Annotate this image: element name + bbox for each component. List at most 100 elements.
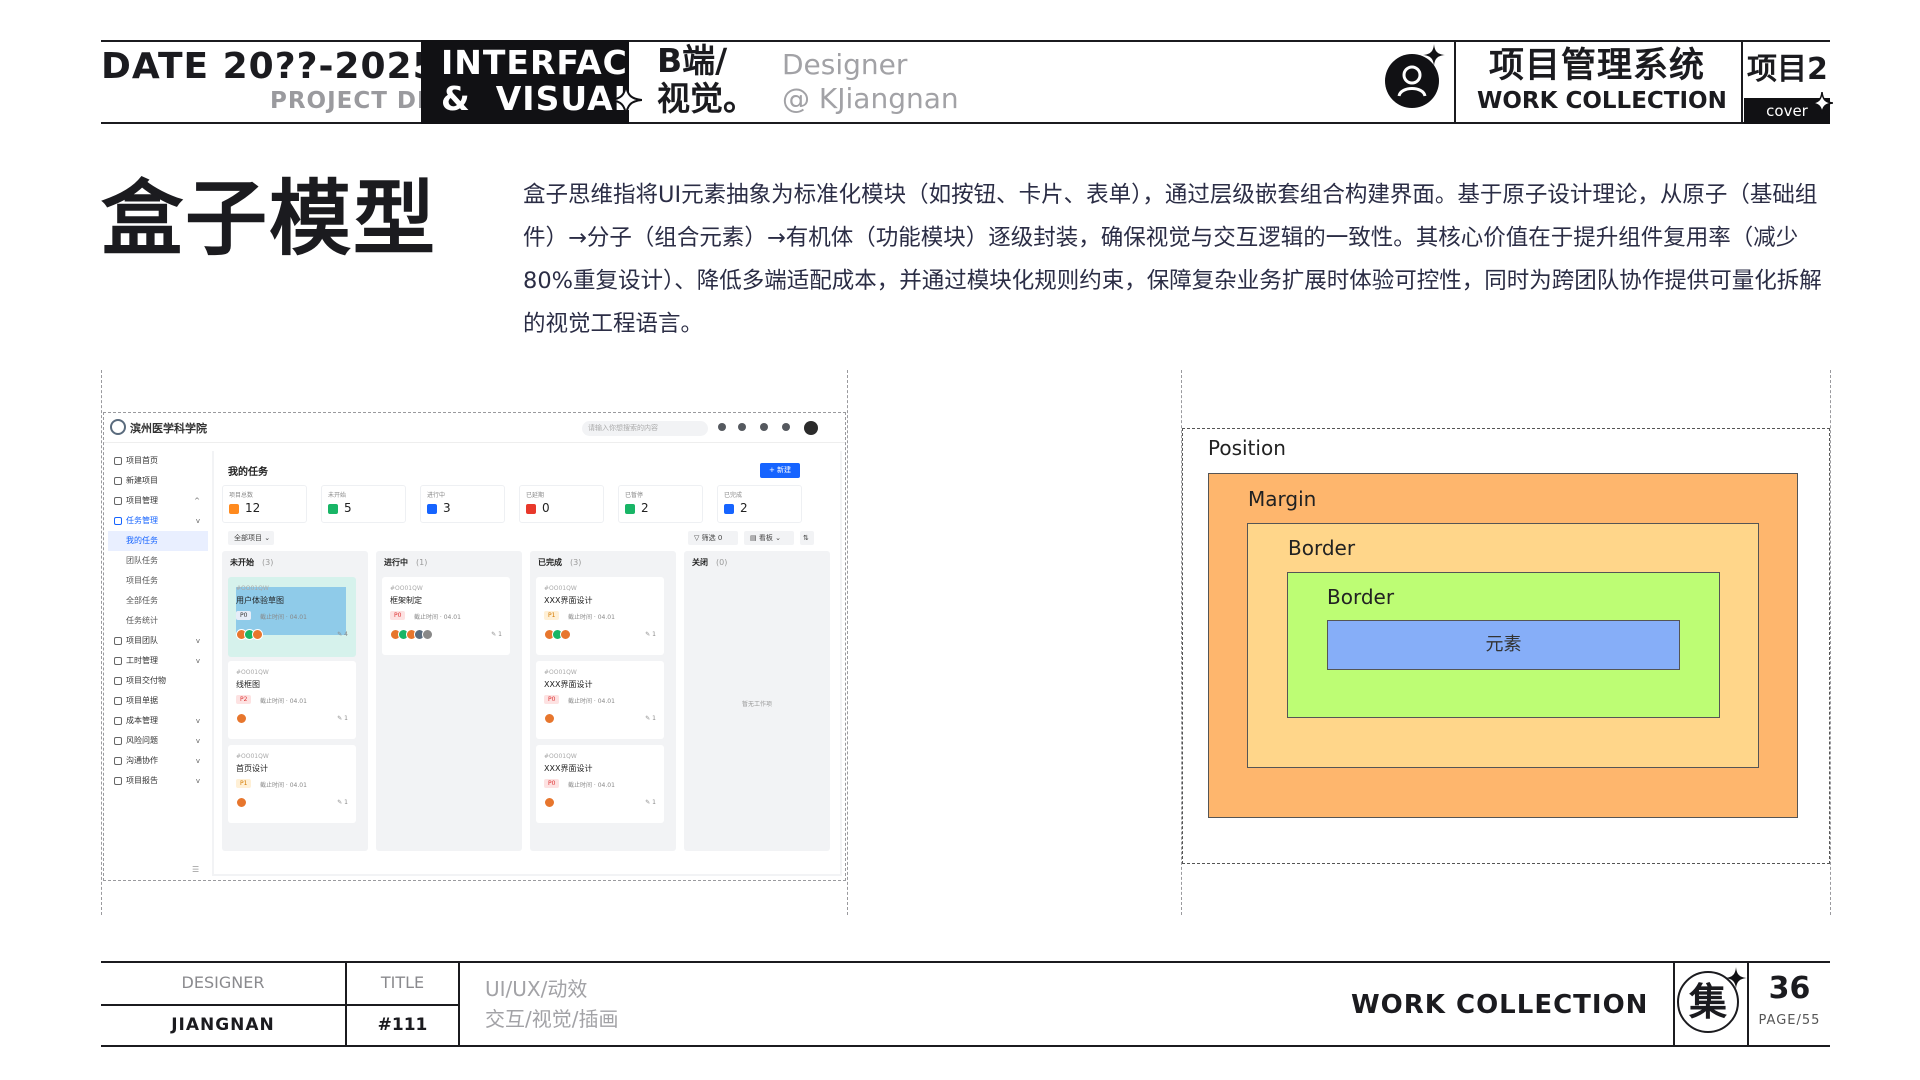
sidebar-subitem-all-tasks[interactable]: 全部任务 <box>108 591 208 611</box>
column-count: (0) <box>716 558 728 567</box>
new-task-button[interactable]: + 新建 <box>760 463 800 478</box>
progress-icon <box>427 504 437 514</box>
task-id: #OO01QW <box>390 585 423 592</box>
task-name: XXX界面设计 <box>544 680 593 689</box>
stat-value: 12 <box>245 501 261 515</box>
sidebar-item-team[interactable]: 项目团队 v <box>108 631 208 651</box>
sidebar-item-reports[interactable]: 项目报告 v <box>108 771 208 791</box>
team-icon <box>114 637 122 645</box>
filter-button[interactable]: ▽ 筛选 0 <box>688 531 738 545</box>
column-done: 已完成 (3) #OO01QW XXX界面设计 P1 截止时间 · 04.01 ✎… <box>530 551 676 851</box>
task-id: #OO01QW <box>236 669 269 676</box>
sidebar-subitem-task-stats[interactable]: 任务统计 <box>108 611 208 631</box>
stat-label: 未开始 <box>328 492 347 499</box>
due-date: 截止时间 · 04.01 <box>260 782 307 789</box>
comment-count: ✎ 1 <box>645 715 656 722</box>
visual-label: & VISUAL <box>441 79 636 118</box>
page-number: 36 <box>1768 971 1811 1006</box>
empty-state-text: 暂无工作项 <box>741 701 772 708</box>
page-total: PAGE/55 <box>1758 1013 1821 1028</box>
task-card[interactable]: #OO01QW 用户体验草图 P0 截止时间 · 04.01 ✎ 4 <box>228 577 356 655</box>
tags-line-1: UI/UX/动效 <box>485 977 588 1001</box>
footer-bar: DESIGNER JIANGNAN TITLE #111 UI/UX/动效 交互… <box>101 961 1830 1047</box>
report-icon <box>114 777 122 785</box>
sort-icon[interactable]: ⇅ <box>800 531 814 545</box>
column-count: (3) <box>570 558 582 567</box>
element-box: 元素 <box>1327 620 1680 670</box>
avatar[interactable] <box>804 421 818 435</box>
sidebar-item-new-project[interactable]: 新建项目 <box>108 471 208 491</box>
column-count: (1) <box>416 558 428 567</box>
folder-icon <box>114 497 122 505</box>
sidebar-item-label: 项目交付物 <box>126 676 166 685</box>
board-view-dropdown[interactable]: ▤ 看板 ⌄ <box>744 531 794 545</box>
phone-icon[interactable] <box>718 423 726 431</box>
sidebar-item-home[interactable]: 项目首页 <box>108 451 208 471</box>
sidebar-item-label: 项目报告 <box>126 776 158 785</box>
theme-icon[interactable] <box>738 423 746 431</box>
sidebar-item-risks[interactable]: 风险问题 v <box>108 731 208 751</box>
page-title: 盒子模型 <box>101 172 438 267</box>
border-label-inner: Border <box>1327 585 1395 609</box>
avatar <box>560 629 571 640</box>
guide-line <box>1830 370 1831 915</box>
sidebar-subitem-team-tasks[interactable]: 团队任务 <box>108 551 208 571</box>
task-card[interactable]: #OO01QW 线框图 P2 截止时间 · 04.01 ✎ 1 <box>228 661 356 739</box>
stat-in-progress[interactable]: 进行中 3 <box>420 485 505 523</box>
sidebar-subitem-my-tasks[interactable]: 我的任务 <box>108 531 208 551</box>
project-number: 项目2 <box>1747 52 1828 87</box>
sidebar-item-label: 沟通协作 <box>126 756 158 765</box>
search-input[interactable]: 请输入你想搜索的内容 <box>582 421 708 436</box>
sidebar-item-deliverables[interactable]: 项目交付物 <box>108 671 208 691</box>
sparkle-icon <box>610 84 642 116</box>
system-name: 项目管理系统 <box>1489 46 1706 86</box>
home-icon <box>114 457 122 465</box>
comment-count: ✎ 1 <box>645 631 656 638</box>
sidebar-item-tasks[interactable]: 任务管理 v <box>108 511 208 531</box>
task-name: 首页设计 <box>236 764 268 773</box>
designer-name: JIANGNAN <box>171 1015 275 1035</box>
collapse-menu-icon[interactable]: ☰ <box>192 865 199 874</box>
stat-delayed[interactable]: 已延期 0 <box>519 485 604 523</box>
due-date: 截止时间 · 04.01 <box>568 614 615 621</box>
task-card[interactable]: #OO01QW XXX界面设计 P0 截止时间 · 04.01 ✎ 1 <box>536 745 664 823</box>
grid-icon <box>114 517 122 525</box>
divider <box>101 1004 458 1006</box>
task-card[interactable]: #OO01QW 首页设计 P1 截止时间 · 04.01 ✎ 1 <box>228 745 356 823</box>
hourglass-icon <box>328 504 338 514</box>
sidebar-item-projects[interactable]: 项目管理 ^ <box>108 491 208 511</box>
stat-value: 3 <box>443 501 451 515</box>
sidebar-item-collab[interactable]: 沟通协作 v <box>108 751 208 771</box>
sidebar-item-label: 任务管理 <box>126 516 158 525</box>
sidebar-item-hours[interactable]: 工时管理 v <box>108 651 208 671</box>
priority-badge: P0 <box>236 611 252 620</box>
b-end-label: B端/ <box>657 41 728 80</box>
sidebar-item-documents[interactable]: 项目单据 <box>108 691 208 711</box>
stat-label: 已延期 <box>526 492 545 499</box>
stat-paused[interactable]: 已暂停 2 <box>618 485 703 523</box>
column-title: 关闭 <box>692 558 708 567</box>
stat-not-started[interactable]: 未开始 5 <box>321 485 406 523</box>
divider <box>1741 42 1743 122</box>
sidebar-item-cost[interactable]: 成本管理 v <box>108 711 208 731</box>
task-card[interactable]: #OO01QW XXX界面设计 P1 截止时间 · 04.01 ✎ 1 <box>536 577 664 655</box>
stat-total[interactable]: 项目总数 12 <box>222 485 307 523</box>
sidebar-item-label: 成本管理 <box>126 716 158 725</box>
guide-line <box>847 370 848 915</box>
stat-value: 2 <box>641 501 649 515</box>
project-filter-dropdown[interactable]: 全部项目 ⌄ <box>228 531 274 545</box>
margin-label: Margin <box>1248 487 1317 511</box>
stat-done[interactable]: 已完成 2 <box>717 485 802 523</box>
school-name: 滨州医学科学院 <box>130 422 207 435</box>
sidebar-subitem-project-tasks[interactable]: 项目任务 <box>108 571 208 591</box>
column-header: 进行中 (1) <box>384 557 427 568</box>
bell-icon[interactable] <box>760 423 768 431</box>
sidebar: 项目首页 新建项目 项目管理 ^ 任务管理 v 我的任务 团队任务 项目任务 全部任… <box>104 443 209 880</box>
task-id: #OO01QW <box>544 669 577 676</box>
chevron-down-icon: v <box>195 657 200 665</box>
gear-icon[interactable] <box>782 423 790 431</box>
priority-badge: P1 <box>544 611 560 620</box>
task-card[interactable]: #OO01QW 框架制定 P0 截止时间 · 04.01 ✎ 1 <box>382 577 510 655</box>
task-card[interactable]: #OO01QW XXX界面设计 P0 截止时间 · 04.01 ✎ 1 <box>536 661 664 739</box>
guide-line <box>101 370 102 915</box>
